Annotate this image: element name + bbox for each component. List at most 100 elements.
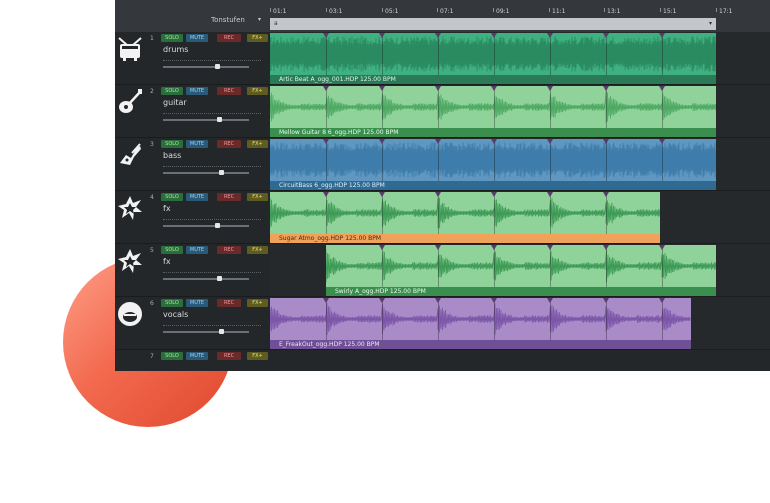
volume-slider[interactable] (163, 278, 249, 280)
clip-title-bar[interactable]: Artic Beat A_ogg_001.HDP 125.00 BPM (270, 75, 716, 84)
clip-marker-icon[interactable] (603, 245, 609, 250)
track-name[interactable]: guitar (163, 98, 187, 107)
track-lane[interactable]: Sugar Atmo_ogg.HDP 125.00 BPM (270, 191, 770, 244)
record-button[interactable]: REC (217, 87, 241, 95)
clip-marker-icon[interactable] (603, 33, 609, 38)
record-button[interactable]: REC (217, 246, 241, 254)
fx-button[interactable]: FX+ (247, 193, 268, 201)
volume-slider-knob[interactable] (219, 329, 224, 334)
clip-marker-icon[interactable] (323, 192, 329, 197)
clip-marker-icon[interactable] (379, 139, 385, 144)
record-button[interactable]: REC (217, 193, 241, 201)
clip-marker-icon[interactable] (603, 139, 609, 144)
clip-marker-icon[interactable] (435, 192, 441, 197)
volume-slider-knob[interactable] (217, 117, 222, 122)
clip-marker-icon[interactable] (435, 245, 441, 250)
volume-slider-knob[interactable] (215, 64, 220, 69)
track-lane[interactable]: Mellow Guitar 8 6_ogg.HDP 125.00 BPM (270, 85, 770, 138)
clip-marker-icon[interactable] (547, 33, 553, 38)
track-lane[interactable]: Artic Beat A_ogg_001.HDP 125.00 BPM (270, 32, 770, 85)
range-end-icon[interactable]: ▾ (709, 20, 712, 27)
audio-clip[interactable]: CircuitBass 6_ogg.HDP 125.00 BPM (270, 139, 716, 191)
track-name[interactable]: bass (163, 151, 181, 160)
audio-clip[interactable]: Mellow Guitar 8 6_ogg.HDP 125.00 BPM (270, 86, 716, 138)
track-name[interactable]: vocals (163, 310, 188, 319)
volume-slider[interactable] (163, 331, 249, 333)
scale-dropdown-icon[interactable]: ▾ (258, 16, 261, 23)
clip-marker-icon[interactable] (323, 86, 329, 91)
record-button[interactable]: REC (217, 140, 241, 148)
clip-marker-icon[interactable] (435, 86, 441, 91)
clip-marker-icon[interactable] (547, 298, 553, 303)
volume-slider[interactable] (163, 119, 249, 121)
clip-marker-icon[interactable] (379, 192, 385, 197)
volume-slider[interactable] (163, 172, 249, 174)
mute-button[interactable]: MUTE (186, 352, 208, 360)
track-lane[interactable]: E_FreakOut_ogg.HDP 125.00 BPM (270, 297, 770, 350)
clip-marker-icon[interactable] (323, 139, 329, 144)
clip-marker-icon[interactable] (491, 192, 497, 197)
clip-marker-icon[interactable] (659, 139, 665, 144)
fx-button[interactable]: FX+ (247, 34, 268, 42)
solo-button[interactable]: SOLO (161, 352, 183, 360)
record-button[interactable]: REC (217, 352, 241, 360)
clip-marker-icon[interactable] (491, 139, 497, 144)
clip-marker-icon[interactable] (491, 86, 497, 91)
volume-slider[interactable] (163, 66, 249, 68)
record-button[interactable]: REC (217, 299, 241, 307)
fx-button[interactable]: FX+ (247, 352, 268, 360)
clip-marker-icon[interactable] (435, 33, 441, 38)
clip-marker-icon[interactable] (603, 298, 609, 303)
clip-marker-icon[interactable] (547, 245, 553, 250)
clip-marker-icon[interactable] (491, 33, 497, 38)
clip-marker-icon[interactable] (659, 298, 665, 303)
fx-button[interactable]: FX+ (247, 87, 268, 95)
audio-clip[interactable]: Sugar Atmo_ogg.HDP 125.00 BPM (270, 192, 660, 244)
clip-marker-icon[interactable] (659, 245, 665, 250)
track-name[interactable]: drums (163, 45, 188, 54)
mute-button[interactable]: MUTE (186, 140, 208, 148)
clip-marker-icon[interactable] (547, 86, 553, 91)
clip-marker-icon[interactable] (435, 298, 441, 303)
fx-button[interactable]: FX+ (247, 140, 268, 148)
fx-button[interactable]: FX+ (247, 246, 268, 254)
fx-button[interactable]: FX+ (247, 299, 268, 307)
timeline-ruler[interactable]: 01:1 03:1 05:1 07:1 09:1 11:1 13:1 15:1 … (270, 8, 770, 18)
audio-clip[interactable]: Artic Beat A_ogg_001.HDP 125.00 BPM (270, 33, 716, 85)
scale-dropdown-label[interactable]: Tonstufen (211, 16, 245, 24)
record-button[interactable]: REC (217, 34, 241, 42)
track-name[interactable]: fx (163, 257, 171, 266)
track-name[interactable]: fx (163, 204, 171, 213)
track-lane[interactable]: CircuitBass 6_ogg.HDP 125.00 BPM (270, 138, 770, 191)
clip-title-bar[interactable]: E_FreakOut_ogg.HDP 125.00 BPM (270, 340, 691, 349)
clip-marker-icon[interactable] (603, 86, 609, 91)
mute-button[interactable]: MUTE (186, 246, 208, 254)
clip-marker-icon[interactable] (379, 245, 385, 250)
clip-marker-icon[interactable] (603, 192, 609, 197)
clip-marker-icon[interactable] (547, 192, 553, 197)
solo-button[interactable]: SOLO (161, 34, 183, 42)
clip-marker-icon[interactable] (547, 139, 553, 144)
clip-marker-icon[interactable] (379, 298, 385, 303)
solo-button[interactable]: SOLO (161, 87, 183, 95)
mute-button[interactable]: MUTE (186, 193, 208, 201)
solo-button[interactable]: SOLO (161, 193, 183, 201)
clip-title-bar[interactable]: Swirly A_ogg.HDP 125.00 BPM (326, 287, 716, 296)
clip-marker-icon[interactable] (659, 86, 665, 91)
clip-marker-icon[interactable] (323, 298, 329, 303)
audio-clip[interactable]: E_FreakOut_ogg.HDP 125.00 BPM (270, 298, 691, 350)
clip-marker-icon[interactable] (379, 33, 385, 38)
volume-slider-knob[interactable] (215, 223, 220, 228)
clip-marker-icon[interactable] (491, 298, 497, 303)
clip-marker-icon[interactable] (659, 33, 665, 38)
loop-range-bar[interactable]: a ▾ (270, 18, 716, 30)
mute-button[interactable]: MUTE (186, 87, 208, 95)
solo-button[interactable]: SOLO (161, 246, 183, 254)
clip-marker-icon[interactable] (491, 245, 497, 250)
volume-slider[interactable] (163, 225, 249, 227)
clip-marker-icon[interactable] (435, 139, 441, 144)
mute-button[interactable]: MUTE (186, 34, 208, 42)
clip-title-bar[interactable]: CircuitBass 6_ogg.HDP 125.00 BPM (270, 181, 716, 190)
track-lane[interactable]: Swirly A_ogg.HDP 125.00 BPM (270, 244, 770, 297)
clip-title-bar[interactable]: Sugar Atmo_ogg.HDP 125.00 BPM (270, 234, 660, 243)
